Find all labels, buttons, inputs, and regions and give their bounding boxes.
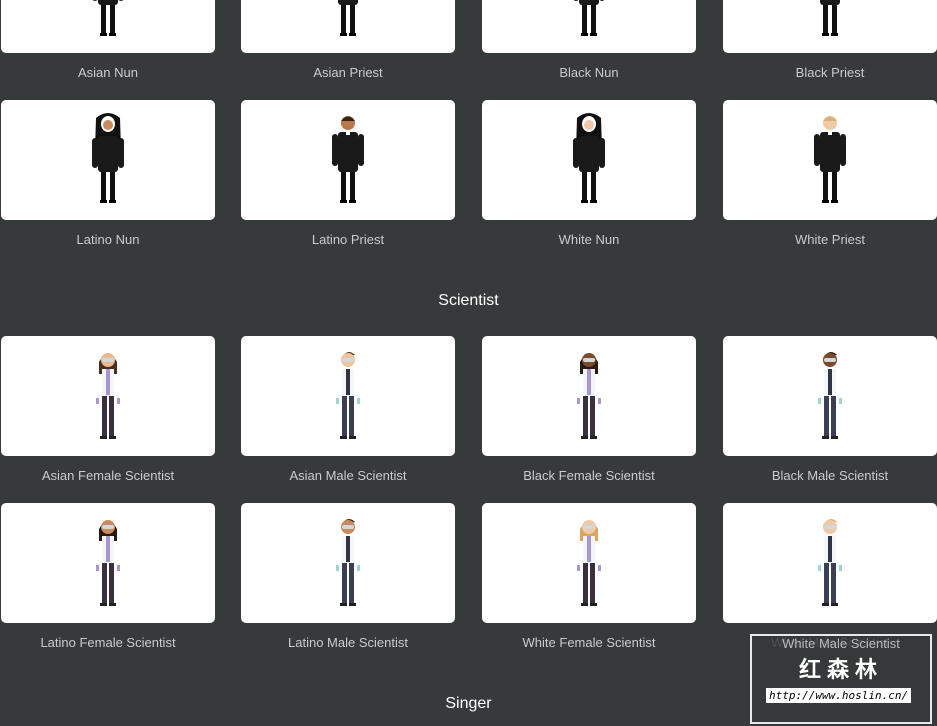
character-card[interactable] — [723, 503, 937, 623]
character-card[interactable] — [241, 100, 455, 220]
character-card[interactable] — [482, 100, 696, 220]
character-label: Black Nun — [559, 65, 619, 80]
character-figure-icon — [96, 353, 120, 439]
character-figure-icon — [573, 0, 605, 36]
character-card[interactable] — [723, 336, 937, 456]
character-label: Asian Nun — [78, 65, 138, 80]
character-card[interactable] — [1, 336, 215, 456]
character-card[interactable] — [241, 0, 455, 53]
character-card[interactable] — [482, 336, 696, 456]
character-label: Black Male Scientist — [771, 468, 889, 483]
section-heading-scientist: Scientist — [438, 292, 499, 309]
character-card[interactable] — [1, 100, 215, 220]
character-label: Asian Male Scientist — [289, 468, 407, 483]
character-label: Latino Male Scientist — [288, 635, 408, 650]
watermark: White Male Scientist 红森林 http://www.hosl… — [750, 634, 932, 724]
watermark-url: http://www.hoslin.cn/ — [766, 688, 912, 703]
character-figure-icon — [818, 518, 842, 606]
character-card[interactable] — [241, 503, 455, 623]
character-label: Latino Female Scientist — [40, 635, 176, 650]
character-label: White Nun — [558, 232, 620, 247]
character-figure-icon — [96, 520, 120, 606]
character-label: Latino Nun — [76, 232, 140, 247]
watermark-overlapped-label: White Male Scientist — [782, 636, 900, 651]
character-figure-icon — [577, 520, 601, 606]
character-card[interactable] — [241, 336, 455, 456]
character-figure-icon — [336, 351, 360, 439]
character-card[interactable] — [723, 0, 937, 53]
watermark-chinese-text: 红森林 — [798, 657, 883, 682]
character-figure-icon — [818, 351, 842, 439]
character-figure-icon — [577, 353, 601, 439]
character-figure-icon — [332, 116, 364, 203]
character-card[interactable] — [723, 100, 937, 220]
character-figure-icon — [820, 0, 840, 36]
character-label: Latino Priest — [311, 232, 385, 247]
character-label: Asian Female Scientist — [41, 468, 175, 483]
character-card[interactable] — [1, 0, 215, 53]
character-card[interactable] — [1, 503, 215, 623]
character-figure-icon — [338, 0, 358, 36]
character-label: Asian Priest — [313, 65, 383, 80]
character-figure-icon — [92, 113, 124, 203]
character-figure-icon — [336, 518, 360, 606]
character-label: White Priest — [794, 232, 866, 247]
character-card[interactable] — [482, 0, 696, 53]
character-figure-icon — [573, 113, 605, 203]
character-card[interactable] — [482, 503, 696, 623]
character-label: Black Priest — [795, 65, 865, 80]
character-label: Black Female Scientist — [523, 468, 655, 483]
character-figure-icon — [92, 0, 124, 36]
character-label: White Female Scientist — [522, 635, 656, 650]
character-figure-icon — [814, 116, 846, 203]
